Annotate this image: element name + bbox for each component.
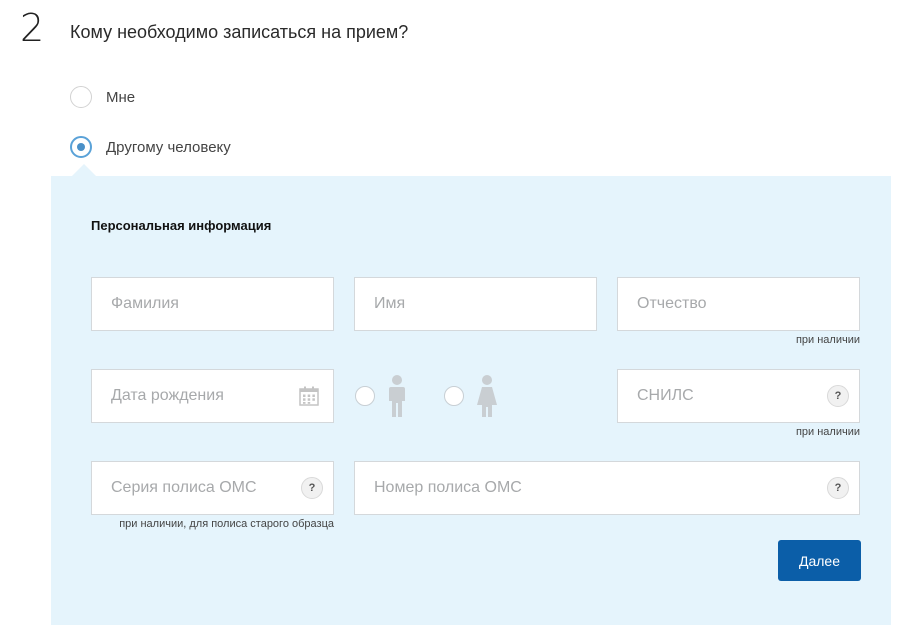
last-name-placeholder: Фамилия — [111, 295, 179, 312]
radio-me[interactable] — [70, 86, 92, 108]
section-title: Персональная информация — [91, 218, 272, 233]
first-name-placeholder: Имя — [374, 295, 406, 312]
male-icon — [389, 375, 405, 417]
policy-series-placeholder: Серия полиса ОМС — [111, 479, 257, 496]
birth-date-placeholder: Дата рождения — [111, 387, 224, 404]
gender-male-radio[interactable] — [355, 386, 375, 406]
option-me[interactable]: Мне — [70, 85, 135, 109]
option-me-label: Мне — [106, 88, 136, 106]
policy-series-hint: при наличии, для полиса старого образца — [119, 518, 334, 530]
policy-number-field[interactable]: Номер полиса ОМС ? — [354, 461, 860, 515]
step-question: Кому необходимо записаться на прием? — [70, 22, 409, 42]
patronymic-placeholder: Отчество — [637, 295, 707, 312]
option-other-person-label: Другому человеку — [106, 138, 231, 156]
radio-other-person[interactable] — [70, 136, 92, 158]
gender-female-radio[interactable] — [444, 386, 464, 406]
snils-placeholder: СНИЛС — [637, 387, 694, 404]
snils-field[interactable]: СНИЛС ? — [617, 369, 860, 423]
policy-number-help-icon[interactable]: ? — [827, 477, 849, 499]
female-icon — [477, 375, 497, 417]
snils-hint: при наличии — [795, 426, 860, 438]
calendar-icon[interactable] — [299, 386, 319, 406]
patronymic-hint: при наличии — [795, 334, 860, 346]
first-name-field[interactable]: Имя — [354, 277, 597, 331]
step-number: 2 — [20, 6, 45, 50]
next-button[interactable]: Далее — [778, 540, 861, 581]
policy-series-help-icon[interactable]: ? — [301, 477, 323, 499]
panel-pointer — [72, 164, 96, 176]
option-other-person[interactable]: Другому человеку — [70, 135, 231, 159]
snils-help-icon[interactable]: ? — [827, 385, 849, 407]
patronymic-field[interactable]: Отчество — [617, 277, 860, 331]
policy-series-field[interactable]: Серия полиса ОМС ? — [91, 461, 334, 515]
last-name-field[interactable]: Фамилия — [91, 277, 334, 331]
policy-number-placeholder: Номер полиса ОМС — [374, 479, 522, 496]
birth-date-field[interactable]: Дата рождения — [91, 369, 334, 423]
